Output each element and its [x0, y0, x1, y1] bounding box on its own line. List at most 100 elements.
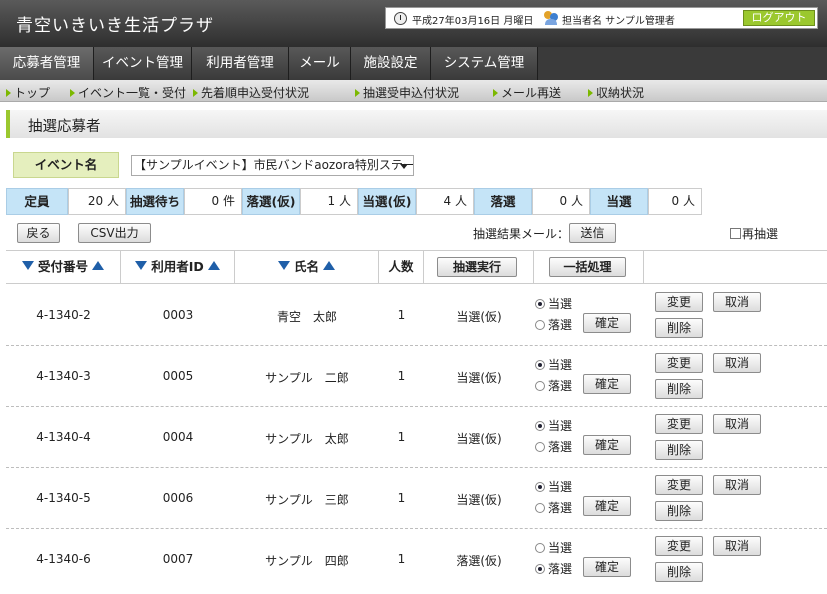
event-selected: 【サンプルイベント】市民バンドaozora特別ステージ — [134, 158, 414, 172]
receipt-no: 4-1340-3 — [36, 369, 91, 383]
radio-button-icon[interactable] — [535, 360, 545, 370]
delete-button[interactable]: 削除 — [655, 440, 703, 460]
nav-tab-events[interactable]: イベント管理 — [94, 47, 192, 80]
send-mail-button[interactable]: 送信 — [569, 223, 616, 243]
delete-button[interactable]: 削除 — [655, 501, 703, 521]
confirm-button[interactable]: 確定 — [583, 557, 631, 577]
confirm-button[interactable]: 確定 — [583, 313, 631, 333]
user-id: 0007 — [162, 552, 194, 566]
nav-tab-users[interactable]: 利用者管理 — [192, 47, 289, 80]
receipt-no: 4-1340-2 — [36, 308, 91, 322]
th-bulk: 一括処理 — [534, 251, 644, 283]
radio-lose[interactable]: 落選 — [535, 377, 572, 394]
draw-status: 落選(仮) — [456, 554, 502, 568]
nav-tab-mail[interactable]: メール — [289, 47, 351, 80]
radio-lose[interactable]: 落選 — [535, 499, 572, 516]
delete-button[interactable]: 削除 — [655, 562, 703, 582]
radio-lose[interactable]: 落選 — [535, 560, 572, 577]
nav-tab-system[interactable]: システム管理 — [431, 47, 538, 80]
radio-button-icon[interactable] — [535, 482, 545, 492]
radio-button-icon[interactable] — [535, 421, 545, 431]
user-id: 0006 — [162, 491, 194, 505]
radio-button-icon[interactable] — [535, 503, 545, 513]
radio-win[interactable]: 当選 — [535, 417, 572, 434]
radio-button-icon[interactable] — [535, 320, 545, 330]
subnav-lottery[interactable]: 抽選受申込付状況 — [355, 84, 459, 101]
sort-desc-icon[interactable] — [134, 261, 147, 270]
table-row: 4-1340-2 0003 青空 太郎 1 当選(仮) 当選 落選 確定 変更 取消 削除 — [6, 285, 827, 346]
event-select[interactable]: 【サンプルイベント】市民バンドaozora特別ステージ — [131, 155, 414, 176]
arrow-right-icon — [493, 89, 498, 97]
draw-status: 当選(仮) — [456, 371, 502, 385]
change-button[interactable]: 変更 — [655, 414, 703, 434]
logout-button[interactable]: ログアウト — [743, 10, 815, 26]
radio-win[interactable]: 当選 — [535, 356, 572, 373]
sort-desc-icon[interactable] — [277, 261, 290, 270]
subnav-top[interactable]: トップ — [6, 84, 50, 101]
table-header: 受付番号 利用者ID 氏名 人数 抽選実行 一括処理 — [6, 250, 827, 284]
sort-desc-icon[interactable] — [21, 261, 34, 270]
cancel-button[interactable]: 取消 — [713, 353, 761, 373]
arrow-right-icon — [588, 89, 593, 97]
radio-button-icon[interactable] — [535, 564, 545, 574]
count: 1 — [397, 552, 406, 566]
sort-asc-icon[interactable] — [92, 261, 105, 270]
stat-value-win-tentative: 4 人 — [416, 188, 474, 215]
user-name: サンプル 太郎 — [265, 432, 349, 446]
radio-win[interactable]: 当選 — [535, 295, 572, 312]
confirm-button[interactable]: 確定 — [583, 435, 631, 455]
user-id: 0005 — [162, 369, 194, 383]
radio-button-icon[interactable] — [535, 299, 545, 309]
stat-label-win-tentative: 当選(仮) — [358, 188, 416, 215]
app-header: 青空いきいき生活プラザ 平成27年03月16日 月曜日 担当者名 サンプル管理者… — [0, 0, 827, 47]
table-row: 4-1340-6 0007 サンプル 四郎 1 落選(仮) 当選 落選 確定 変更 取消 削除 — [6, 529, 827, 590]
confirm-button[interactable]: 確定 — [583, 374, 631, 394]
subnav-first-come[interactable]: 先着順申込受付状況 — [193, 84, 309, 101]
cancel-button[interactable]: 取消 — [713, 292, 761, 312]
radio-button-icon[interactable] — [535, 543, 545, 553]
th-user-id[interactable]: 利用者ID — [121, 251, 235, 283]
event-label: イベント名 — [13, 152, 119, 178]
th-name[interactable]: 氏名 — [235, 251, 379, 283]
stat-value-lose: 0 人 — [532, 188, 590, 215]
th-count: 人数 — [379, 251, 424, 283]
sort-asc-icon[interactable] — [208, 261, 221, 270]
subnav-event-list[interactable]: イベント一覧・受付 — [70, 84, 186, 101]
stat-label-win: 当選 — [590, 188, 648, 215]
delete-button[interactable]: 削除 — [655, 318, 703, 338]
confirm-button[interactable]: 確定 — [583, 496, 631, 516]
radio-win[interactable]: 当選 — [535, 539, 572, 556]
bulk-process-button[interactable]: 一括処理 — [549, 257, 626, 277]
nav-tab-applicants[interactable]: 応募者管理 — [0, 47, 94, 80]
radio-lose[interactable]: 落選 — [535, 316, 572, 333]
csv-export-button[interactable]: CSV出力 — [78, 223, 151, 243]
arrow-right-icon — [193, 89, 198, 97]
table-row: 4-1340-4 0004 サンプル 太郎 1 当選(仮) 当選 落選 確定 変更 取消 削除 — [6, 407, 827, 468]
radio-button-icon[interactable] — [535, 381, 545, 391]
delete-button[interactable]: 削除 — [655, 379, 703, 399]
draw-execute-button[interactable]: 抽選実行 — [437, 257, 517, 277]
radio-win[interactable]: 当選 — [535, 478, 572, 495]
change-button[interactable]: 変更 — [655, 475, 703, 495]
change-button[interactable]: 変更 — [655, 353, 703, 373]
checkbox-box[interactable] — [730, 228, 741, 239]
redraw-checkbox[interactable]: 再抽選 — [730, 225, 778, 242]
user-id: 0004 — [162, 430, 194, 444]
back-button[interactable]: 戻る — [17, 223, 60, 243]
change-button[interactable]: 変更 — [655, 292, 703, 312]
nav-tab-facility[interactable]: 施設設定 — [351, 47, 431, 80]
result-mail-label: 抽選結果メール： — [473, 227, 570, 241]
cancel-button[interactable]: 取消 — [713, 475, 761, 495]
change-button[interactable]: 変更 — [655, 536, 703, 556]
cancel-button[interactable]: 取消 — [713, 414, 761, 434]
cancel-button[interactable]: 取消 — [713, 536, 761, 556]
chevron-down-icon — [400, 164, 408, 169]
subnav-payment[interactable]: 収納状況 — [588, 84, 644, 101]
subnav-mail-resend[interactable]: メール再送 — [493, 84, 561, 101]
stat-label-lose: 落選 — [474, 188, 532, 215]
radio-lose[interactable]: 落選 — [535, 438, 572, 455]
th-receipt-no[interactable]: 受付番号 — [6, 251, 121, 283]
radio-button-icon[interactable] — [535, 442, 545, 452]
count: 1 — [397, 430, 406, 444]
sort-asc-icon[interactable] — [323, 261, 336, 270]
